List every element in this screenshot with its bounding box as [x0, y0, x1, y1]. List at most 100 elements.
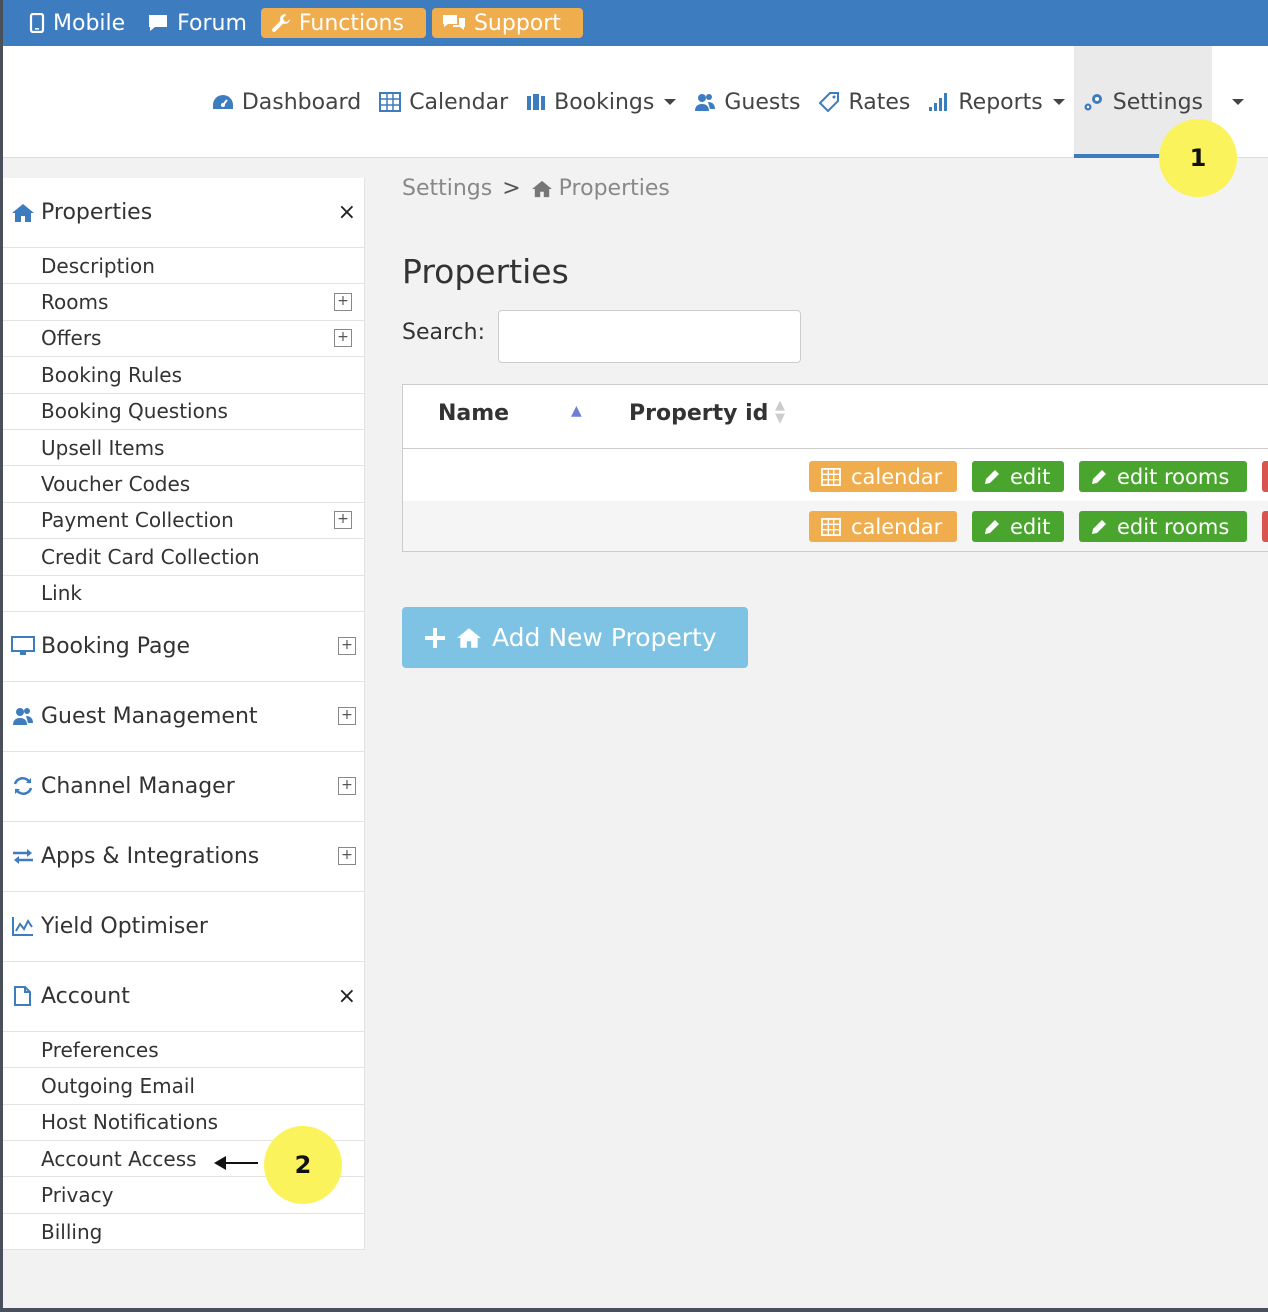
nav-reports-label: Reports	[958, 89, 1043, 115]
pencil-icon	[1092, 469, 1106, 484]
edit-button[interactable]: edit	[972, 461, 1064, 492]
transfer-icon	[13, 849, 33, 865]
chevron-down-icon	[664, 99, 677, 105]
sort-icon: ▲ ▼	[775, 398, 785, 426]
search-input[interactable]	[498, 310, 801, 363]
nav-calendar[interactable]: Calendar	[370, 46, 517, 158]
column-property-id[interactable]: Property id	[629, 401, 768, 426]
sidebar-item-booking-questions[interactable]: Booking Questions	[3, 394, 364, 430]
mobile-label: Mobile	[53, 10, 126, 36]
column-name[interactable]: Name	[438, 401, 509, 426]
nav-dashboard[interactable]: Dashboard	[203, 46, 370, 158]
sidebar-item-booking-rules[interactable]: Booking Rules	[3, 357, 364, 394]
support-button[interactable]: Support	[431, 8, 583, 38]
comment-icon	[149, 15, 168, 31]
sidebar-item-link[interactable]: Link	[3, 576, 364, 612]
properties-table: Name ▲ Property id ▲ ▼ calendar edit edit…	[402, 384, 1268, 552]
sidebar-item-payment-collection[interactable]: Payment Collection +	[3, 503, 364, 540]
calendar-button[interactable]: calendar	[809, 511, 957, 542]
sidebar-section-properties[interactable]: Properties ×	[3, 178, 364, 248]
nav-guests-label: Guests	[724, 89, 801, 115]
home-icon	[12, 203, 34, 222]
chevron-down-icon	[1232, 99, 1244, 105]
mobile-link[interactable]: Mobile	[21, 8, 133, 38]
edit-button[interactable]: edit	[972, 511, 1064, 542]
sidebar-item-description[interactable]: Description	[3, 248, 364, 285]
delete-button[interactable]	[1262, 461, 1268, 492]
expand-icon[interactable]: +	[334, 511, 352, 530]
pencil-icon	[985, 519, 999, 534]
main-navbar: Dashboard Calendar Bookings Guests Rates	[3, 46, 1268, 158]
file-icon	[14, 986, 31, 1007]
arrow-left-icon	[214, 1156, 258, 1170]
sidebar-apps-title: Apps & Integrations	[41, 843, 260, 869]
calendar-icon	[821, 517, 841, 536]
functions-label: Functions	[298, 10, 404, 36]
sidebar-item-preferences[interactable]: Preferences	[3, 1032, 364, 1069]
callout-1: 1	[1159, 119, 1237, 197]
delete-button[interactable]	[1262, 511, 1268, 542]
expand-icon[interactable]: +	[334, 293, 352, 312]
nav-reports[interactable]: Reports	[919, 46, 1073, 158]
sidebar-section-channel-manager[interactable]: Channel Manager +	[3, 752, 364, 822]
support-label: Support	[473, 10, 561, 36]
sidebar-item-credit-card-collection[interactable]: Credit Card Collection	[3, 539, 364, 576]
sidebar-section-yield[interactable]: Yield Optimiser	[3, 892, 364, 962]
calendar-icon	[379, 92, 402, 112]
plus-icon	[425, 627, 445, 648]
guests-icon	[13, 708, 33, 726]
table-header: Name ▲ Property id ▲ ▼	[403, 385, 1268, 449]
sidebar-section-guest-management[interactable]: Guest Management +	[3, 682, 364, 752]
sidebar-yield-title: Yield Optimiser	[41, 913, 208, 939]
expand-icon[interactable]: +	[338, 847, 356, 866]
calendar-button[interactable]: calendar	[809, 461, 957, 492]
breadcrumb-properties: Properties	[558, 176, 670, 201]
sidebar-item-rooms[interactable]: Rooms +	[3, 284, 364, 321]
refresh-icon	[13, 777, 33, 796]
sidebar-item-offers[interactable]: Offers +	[3, 321, 364, 358]
forum-label: Forum	[177, 10, 247, 36]
expand-icon[interactable]: +	[338, 707, 356, 726]
search-label: Search:	[402, 320, 485, 345]
guests-icon	[695, 94, 716, 111]
breadcrumb-settings[interactable]: Settings	[402, 176, 492, 201]
calendar-icon	[821, 467, 841, 486]
line-chart-icon	[12, 917, 33, 937]
sidebar-booking-page-title: Booking Page	[41, 633, 191, 659]
nav-rates-label: Rates	[848, 89, 911, 115]
nav-guests[interactable]: Guests	[685, 46, 809, 158]
nav-bookings[interactable]: Bookings	[517, 46, 685, 158]
add-new-property-button[interactable]: Add New Property	[402, 607, 748, 668]
nav-rates[interactable]: Rates	[809, 46, 919, 158]
sidebar-item-outgoing-email[interactable]: Outgoing Email	[3, 1068, 364, 1105]
callout-2: 2	[264, 1126, 342, 1204]
pencil-icon	[985, 469, 999, 484]
table-row: calendar edit edit rooms	[403, 451, 1268, 501]
app-frame: Mobile Forum Functions Support Dashboard…	[3, 0, 1268, 1308]
edit-rooms-button[interactable]: edit rooms	[1079, 511, 1247, 542]
sidebar-item-voucher-codes[interactable]: Voucher Codes	[3, 466, 364, 503]
expand-icon[interactable]: +	[338, 777, 356, 796]
nav-bookings-label: Bookings	[554, 89, 655, 115]
nav-calendar-label: Calendar	[409, 89, 509, 115]
sidebar-section-booking-page[interactable]: Booking Page +	[3, 612, 364, 682]
sidebar-section-account[interactable]: Account ×	[3, 962, 364, 1032]
expand-icon[interactable]: +	[334, 329, 352, 348]
tag-icon	[819, 92, 840, 112]
mobile-icon	[29, 13, 45, 33]
wrench-icon	[272, 14, 290, 32]
comments-icon	[442, 15, 465, 30]
sidebar-properties-title: Properties	[41, 200, 153, 225]
sidebar-item-billing[interactable]: Billing	[3, 1214, 364, 1251]
expand-icon[interactable]: +	[338, 637, 356, 656]
close-icon[interactable]: ×	[338, 200, 356, 225]
home-icon	[531, 180, 552, 197]
edit-rooms-button[interactable]: edit rooms	[1079, 461, 1247, 492]
sidebar-channel-manager-title: Channel Manager	[41, 773, 235, 799]
sidebar-section-apps[interactable]: Apps & Integrations +	[3, 822, 364, 892]
sidebar-item-upsell-items[interactable]: Upsell Items	[3, 430, 364, 467]
functions-button[interactable]: Functions	[260, 8, 426, 38]
forum-link[interactable]: Forum	[139, 8, 255, 38]
bar-chart-icon	[929, 93, 948, 111]
close-icon[interactable]: ×	[338, 984, 356, 1009]
